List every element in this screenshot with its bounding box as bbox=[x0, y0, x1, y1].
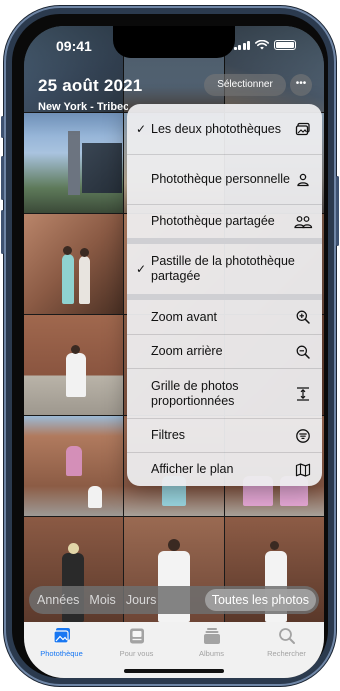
library-options-menu: ✓ Les deux photothèques Photothèque pers… bbox=[127, 104, 322, 486]
volume-up-button bbox=[1, 156, 4, 200]
location-subtitle: New York - Tribeca bbox=[38, 101, 128, 113]
for-you-icon bbox=[129, 628, 144, 644]
select-button[interactable]: Sélectionner bbox=[204, 74, 286, 96]
menu-item-zoom-out[interactable]: Zoom arrière bbox=[127, 334, 322, 368]
cellular-signal-icon bbox=[233, 40, 250, 50]
more-button[interactable]: ••• bbox=[290, 74, 312, 96]
menu-item-show-map[interactable]: Afficher le plan bbox=[127, 452, 322, 486]
menu-item-personal-library[interactable]: Photothèque personnelle bbox=[127, 154, 322, 204]
segment-days[interactable]: Jours bbox=[121, 593, 162, 607]
time-scale-segmented-control: Années Mois Jours Toutes les photos bbox=[29, 586, 319, 614]
two-people-icon bbox=[292, 213, 314, 231]
photo-stack-icon bbox=[294, 120, 312, 138]
menu-item-filters[interactable]: Filtres bbox=[127, 418, 322, 452]
menu-item-both-libraries[interactable]: ✓ Les deux photothèques bbox=[127, 104, 322, 154]
dynamic-notch bbox=[113, 26, 235, 58]
zoom-in-icon bbox=[294, 308, 312, 326]
photo-thumbnail[interactable] bbox=[24, 214, 123, 314]
home-indicator bbox=[124, 669, 224, 673]
status-time: 09:41 bbox=[56, 38, 92, 54]
map-icon bbox=[294, 461, 312, 479]
power-button bbox=[336, 176, 339, 246]
segment-all-photos[interactable]: Toutes les photos bbox=[204, 589, 316, 611]
photo-thumbnail[interactable] bbox=[24, 315, 123, 415]
page-title: 25 août 2021 bbox=[38, 76, 143, 95]
wifi-icon bbox=[255, 40, 269, 50]
segment-years[interactable]: Années bbox=[32, 593, 84, 607]
checkmark-icon: ✓ bbox=[135, 262, 147, 276]
tab-library[interactable]: Photothèque bbox=[24, 626, 99, 678]
photo-thumbnail[interactable] bbox=[24, 416, 123, 516]
person-icon bbox=[294, 171, 312, 189]
menu-item-shared-library-badge[interactable]: ✓ Pastille de la photothèque partagée bbox=[127, 238, 322, 294]
zoom-out-icon bbox=[294, 343, 312, 361]
albums-icon bbox=[203, 628, 220, 644]
menu-item-shared-library[interactable]: Photothèque partagée bbox=[127, 204, 322, 238]
tab-search[interactable]: Rechercher bbox=[249, 626, 324, 678]
search-icon bbox=[278, 628, 295, 644]
segment-months[interactable]: Mois bbox=[84, 593, 120, 607]
battery-icon bbox=[274, 40, 296, 50]
menu-item-zoom-in[interactable]: Zoom avant bbox=[127, 294, 322, 334]
mute-switch bbox=[1, 116, 4, 138]
status-icons bbox=[233, 40, 296, 50]
menu-item-aspect-ratio-grid[interactable]: Grille de photos proportionnées bbox=[127, 368, 322, 418]
screen: 09:41 25 août 2021 New York - Tribeca Sé… bbox=[24, 26, 324, 678]
filter-icon bbox=[294, 427, 312, 445]
volume-down-button bbox=[1, 210, 4, 254]
checkmark-icon: ✓ bbox=[135, 122, 147, 136]
library-icon bbox=[52, 628, 70, 644]
aspect-ratio-icon bbox=[294, 385, 312, 403]
